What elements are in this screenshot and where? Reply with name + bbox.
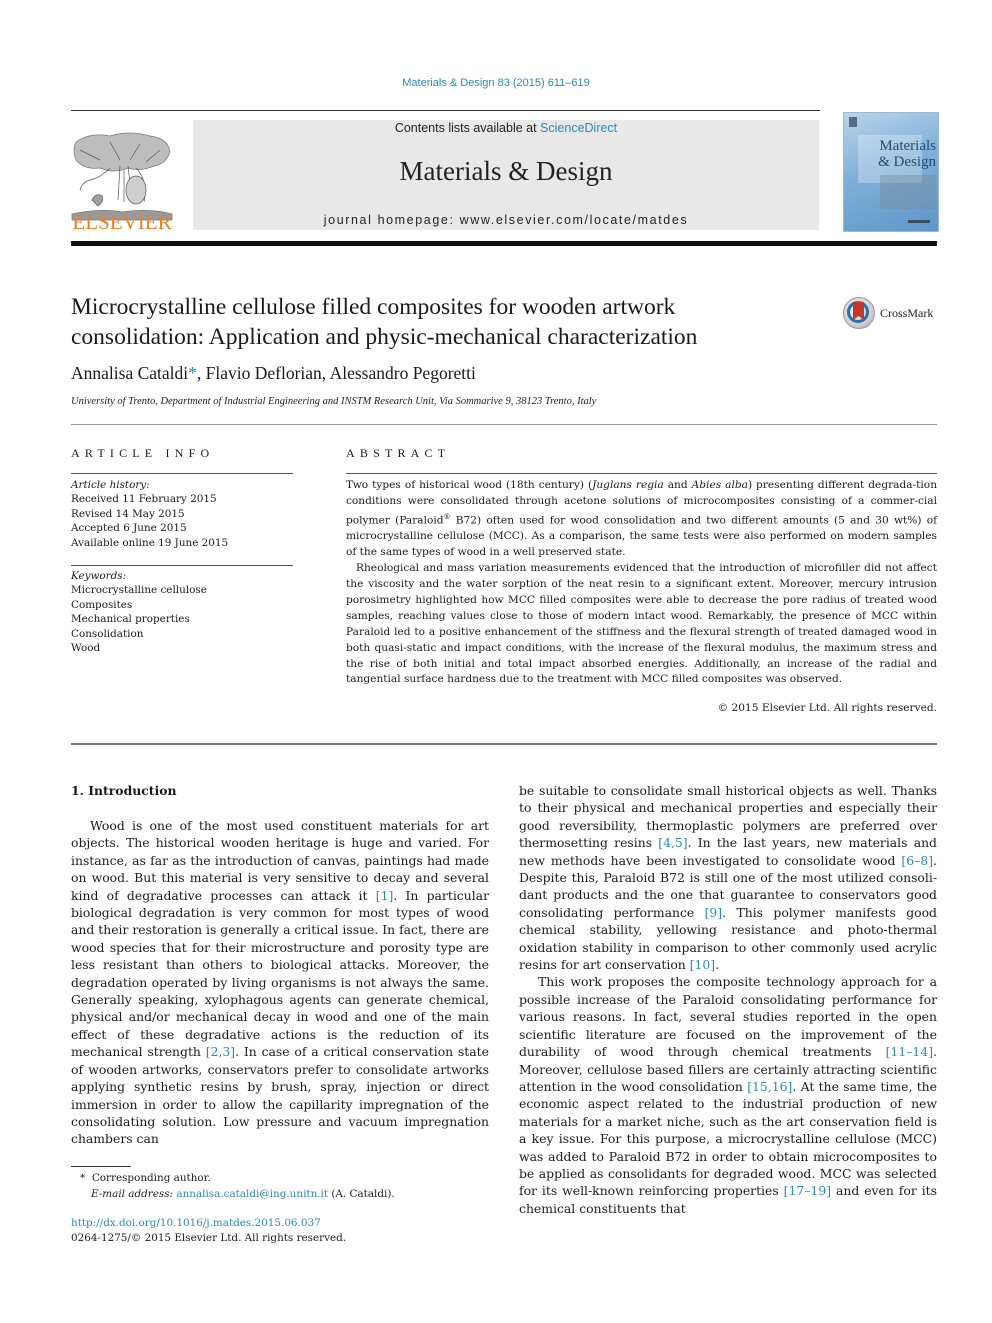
species-name: Juglans regia bbox=[592, 479, 664, 491]
corresponding-author-note: * Corresponding author. bbox=[80, 1172, 211, 1184]
keyword: Consolidation bbox=[71, 627, 144, 640]
author-name[interactable]: Alessandro Pegoretti bbox=[330, 363, 476, 383]
doi-link[interactable]: http://dx.doi.org/10.1016/j.matdes.2015.… bbox=[71, 1217, 321, 1229]
citation-link[interactable]: [15,16] bbox=[747, 1079, 792, 1094]
issn-copyright: 0264-1275/© 2015 Elsevier Ltd. All right… bbox=[71, 1231, 347, 1244]
footnotes: * Corresponding author. E-mail address: … bbox=[80, 1170, 500, 1202]
header-thick-rule bbox=[71, 241, 937, 246]
footnote-star: * bbox=[80, 1172, 86, 1184]
citation-link[interactable]: [4,5] bbox=[658, 835, 687, 850]
body-column-left: Wood is one of the most used constituent… bbox=[71, 817, 489, 1148]
sciencedirect-link[interactable]: ScienceDirect bbox=[540, 121, 617, 135]
history-revised: Revised 14 May 2015 bbox=[71, 507, 185, 520]
keywords-label: Keywords: bbox=[71, 570, 127, 582]
journal-title: Materials & Design bbox=[399, 156, 613, 186]
article-info-heading: ARTICLE INFO bbox=[71, 446, 215, 460]
contents-line: Contents lists available at ScienceDirec… bbox=[193, 121, 819, 135]
citation-link[interactable]: [10] bbox=[690, 957, 715, 972]
keywords: Keywords: Microcrystalline cellulose Com… bbox=[71, 569, 301, 655]
abstract-copyright: © 2015 Elsevier Ltd. All rights reserved… bbox=[717, 702, 937, 714]
footnote-rule bbox=[71, 1166, 131, 1167]
species-name: Abies alba bbox=[691, 479, 748, 491]
author-name[interactable]: Flavio Deflorian bbox=[206, 363, 322, 383]
history-received: Received 11 February 2015 bbox=[71, 493, 217, 506]
divider bbox=[71, 565, 293, 566]
article-history: Article history: Received 11 February 20… bbox=[71, 478, 301, 550]
article-title: Microcrystalline cellulose filled compos… bbox=[71, 294, 698, 350]
body-paragraph: This work proposes the composite technol… bbox=[519, 974, 937, 1216]
citation-link[interactable]: [6–8] bbox=[901, 853, 933, 868]
author-name[interactable]: Annalisa Cataldi bbox=[71, 363, 188, 383]
journal-cover-thumbnail[interactable]: Materials & Design bbox=[843, 112, 939, 232]
author-separator: , bbox=[196, 363, 206, 383]
cover-image bbox=[880, 175, 936, 209]
affiliation: University of Trento, Department of Indu… bbox=[71, 396, 597, 407]
section-heading-introduction: 1. Introduction bbox=[71, 783, 177, 798]
cover-title: Materials & Design bbox=[878, 138, 936, 170]
header-rule bbox=[71, 110, 820, 111]
citation-link[interactable]: [9] bbox=[705, 905, 723, 920]
cover-bar bbox=[908, 220, 930, 223]
author-list: Annalisa Cataldi*, Flavio Deflorian, Ale… bbox=[71, 363, 476, 384]
history-label: Article history: bbox=[71, 479, 150, 491]
history-accepted: Accepted 6 June 2015 bbox=[71, 522, 187, 535]
citation-link[interactable]: [11–14] bbox=[886, 1044, 933, 1059]
citation-link[interactable]: [1] bbox=[376, 888, 394, 903]
corresponding-author-mark[interactable]: * bbox=[188, 363, 197, 383]
history-online: Available online 19 June 2015 bbox=[71, 536, 229, 549]
divider bbox=[346, 473, 937, 474]
divider bbox=[71, 743, 937, 745]
abstract-heading: ABSTRACT bbox=[346, 446, 451, 460]
crossmark-button[interactable]: CrossMark bbox=[843, 297, 939, 333]
contents-prefix: Contents lists available at bbox=[394, 121, 541, 135]
keyword: Wood bbox=[71, 642, 101, 655]
divider bbox=[71, 424, 937, 425]
body-column-right: be suitable to consolidate small histori… bbox=[519, 782, 937, 1217]
email-label: E-mail address: bbox=[91, 1188, 174, 1200]
email-note: E-mail address: annalisa.cataldi@ing.uni… bbox=[91, 1188, 395, 1200]
journal-citation[interactable]: Materials & Design 83 (2015) 611–619 bbox=[0, 77, 992, 89]
abstract-body: Two types of historical wood (18th centu… bbox=[346, 478, 937, 688]
doi-block: http://dx.doi.org/10.1016/j.matdes.2015.… bbox=[71, 1216, 491, 1246]
homepage-url-link[interactable]: www.elsevier.com/locate/matdes bbox=[460, 213, 689, 227]
homepage-prefix: journal homepage: bbox=[323, 213, 460, 227]
registered-mark: ® bbox=[443, 512, 451, 521]
body-paragraph: Wood is one of the most used constituent… bbox=[71, 818, 489, 1147]
citation-link[interactable]: [17–19] bbox=[784, 1183, 831, 1198]
crossmark-label: CrossMark bbox=[880, 306, 934, 320]
divider bbox=[71, 473, 293, 474]
keyword: Microcrystalline cellulose bbox=[71, 584, 207, 597]
citation-link[interactable]: [2,3] bbox=[206, 1044, 235, 1059]
author-separator: , bbox=[321, 363, 330, 383]
abstract-paragraph: Rheological and mass variation measureme… bbox=[346, 562, 937, 686]
elsevier-wordmark[interactable]: ELSEVIER bbox=[70, 211, 174, 233]
journal-homepage: journal homepage: www.elsevier.com/locat… bbox=[193, 213, 819, 227]
keyword: Mechanical properties bbox=[71, 613, 190, 626]
keyword: Composites bbox=[71, 598, 133, 611]
cover-publisher-badge-icon bbox=[849, 117, 857, 127]
email-link[interactable]: annalisa.cataldi@ing.unitn.it bbox=[176, 1188, 328, 1200]
body-paragraph: be suitable to consolidate small histori… bbox=[519, 783, 937, 973]
abstract-paragraph: Two types of historical wood (18th centu… bbox=[346, 479, 938, 559]
